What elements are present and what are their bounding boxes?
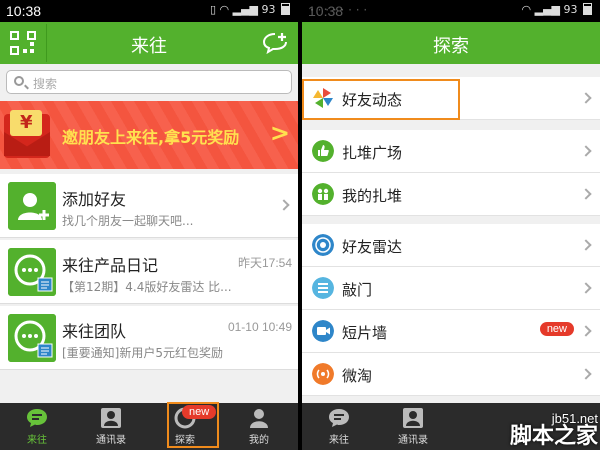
menu-item-weitao[interactable]: 微淘 bbox=[302, 353, 600, 396]
tab-contacts[interactable]: 通讯录 bbox=[74, 403, 148, 450]
laiwang-chat-avatar bbox=[8, 314, 56, 362]
explore-section-3: 好友雷达 敲门 短片墙 new 微淘 bbox=[302, 224, 600, 396]
radar-icon bbox=[312, 234, 334, 256]
battery-level: 93 bbox=[261, 3, 276, 16]
left-screen: 10:38 ▯ ◠ ▂▄▆ 93 来往 搜索 ¥ 邀朋友上来往,拿5元奖励 > … bbox=[0, 0, 298, 450]
status-icons: ▯ ◠ ▂▄▆ 93 bbox=[210, 3, 290, 16]
row-title: 来往团队 bbox=[62, 322, 127, 341]
row-title: 来往产品日记 bbox=[62, 256, 159, 275]
tab-mine[interactable]: 我的 bbox=[222, 403, 296, 450]
tab-label: 通讯录 bbox=[96, 435, 126, 446]
tab-label: 我的 bbox=[249, 435, 269, 446]
title-bar: 探索 bbox=[302, 22, 600, 64]
chevron-right-icon bbox=[580, 92, 592, 104]
profile-icon bbox=[250, 409, 268, 428]
menu-item-label: 扎堆广场 bbox=[342, 144, 403, 162]
watermark-brand: 脚本之家 bbox=[509, 424, 598, 449]
chat-bubble-icon bbox=[329, 409, 349, 427]
menu-item-zhadui-square[interactable]: 扎堆广场 bbox=[302, 130, 600, 173]
status-time: 10:38 bbox=[6, 3, 42, 19]
menu-item-label: 微淘 bbox=[342, 367, 373, 385]
row-timestamp: 昨天17:54 bbox=[237, 256, 292, 270]
battery-icon bbox=[281, 3, 290, 15]
bottom-tab-bar: 来往 通讯录 探索 new 我的 bbox=[0, 403, 298, 450]
tab-laiwang[interactable]: 来往 bbox=[302, 403, 376, 450]
tab-label: 通讯录 bbox=[398, 435, 428, 446]
row-subtitle: 找几个朋友一起聊天吧... bbox=[62, 214, 194, 228]
menu-item-friend-radar[interactable]: 好友雷达 bbox=[302, 224, 600, 267]
broadcast-icon bbox=[312, 363, 334, 385]
wifi-icon: ◠ bbox=[521, 3, 532, 16]
right-screen: · · · · · · · · 10:38 ◠ ▂▄▆ 93 探索 好友动态 扎… bbox=[302, 0, 600, 450]
thumbs-up-icon bbox=[312, 140, 334, 162]
status-bar: 10:38 ▯ ◠ ▂▄▆ 93 bbox=[0, 0, 298, 22]
battery-icon bbox=[583, 3, 592, 15]
invite-banner[interactable]: ¥ 邀朋友上来往,拿5元奖励 > bbox=[0, 101, 298, 169]
chevron-right-icon bbox=[580, 325, 592, 337]
list-item-laiwang-team[interactable]: 来往团队 01-10 10:49 [重要通知]新用户5元红包奖励 bbox=[0, 306, 298, 370]
contacts-icon bbox=[403, 408, 423, 428]
banner-text: 邀朋友上来往,拿5元奖励 bbox=[62, 128, 240, 147]
menu-item-video-wall[interactable]: 短片墙 new bbox=[302, 310, 600, 353]
new-badge: new bbox=[539, 322, 574, 336]
menu-item-my-zhadui[interactable]: 我的扎堆 bbox=[302, 173, 600, 216]
chevron-right-icon bbox=[580, 368, 592, 380]
search-icon bbox=[14, 76, 24, 86]
wifi-icon: ◠ bbox=[219, 3, 230, 16]
battery-level: 93 bbox=[563, 3, 578, 16]
row-subtitle: [重要通知]新用户5元红包奖励 bbox=[62, 346, 223, 360]
status-icons: ◠ ▂▄▆ 93 bbox=[521, 3, 592, 16]
video-icon bbox=[312, 320, 334, 342]
highlight-box bbox=[302, 79, 460, 120]
menu-item-label: 敲门 bbox=[342, 281, 373, 299]
tab-label: 来往 bbox=[27, 435, 47, 446]
search-input[interactable]: 搜索 bbox=[6, 70, 292, 94]
page-title: 来往 bbox=[131, 36, 167, 57]
chevron-right-icon bbox=[580, 239, 592, 251]
chevron-right-icon bbox=[580, 145, 592, 157]
red-envelope-icon: ¥ bbox=[4, 110, 50, 158]
search-placeholder: 搜索 bbox=[33, 77, 58, 91]
highlight-box bbox=[167, 402, 219, 448]
tab-label: 来往 bbox=[329, 435, 349, 446]
row-title: 添加好友 bbox=[62, 190, 127, 209]
status-time: 10:38 bbox=[308, 3, 344, 19]
row-timestamp: 01-10 10:49 bbox=[227, 320, 292, 334]
add-friend-icon bbox=[8, 182, 56, 230]
contacts-icon bbox=[101, 408, 121, 428]
signal-icon: ▂▄▆ bbox=[232, 3, 258, 16]
chevron-right-icon bbox=[580, 282, 592, 294]
explore-section-2: 扎堆广场 我的扎堆 bbox=[302, 130, 600, 216]
row-subtitle: 【第12期】4.4版好友雷达 比... bbox=[62, 280, 232, 294]
menu-item-label: 我的扎堆 bbox=[342, 187, 403, 205]
signal-icon: ▂▄▆ bbox=[534, 3, 560, 16]
tab-contacts[interactable]: 通讯录 bbox=[376, 403, 450, 450]
menu-item-label: 好友雷达 bbox=[342, 238, 403, 256]
chevron-right-icon bbox=[278, 199, 290, 211]
page-title: 探索 bbox=[433, 36, 469, 57]
menu-item-label: 短片墙 bbox=[342, 324, 388, 342]
banner-arrow-icon: > bbox=[269, 119, 290, 147]
laiwang-chat-avatar bbox=[8, 248, 56, 296]
status-bar: · · · · · · · · 10:38 ◠ ▂▄▆ 93 bbox=[302, 0, 600, 22]
vibrate-icon: ▯ bbox=[209, 3, 216, 16]
chat-bubble-icon bbox=[27, 409, 47, 427]
list-item-add-friend[interactable]: 添加好友 找几个朋友一起聊天吧... bbox=[0, 174, 298, 238]
new-chat-icon[interactable] bbox=[262, 32, 288, 54]
menu-item-knock-door[interactable]: 敲门 bbox=[302, 267, 600, 310]
title-bar: 来往 bbox=[0, 22, 298, 64]
door-icon bbox=[312, 277, 334, 299]
group-icon bbox=[312, 183, 334, 205]
tab-laiwang[interactable]: 来往 bbox=[0, 403, 74, 450]
list-item-product-diary[interactable]: 来往产品日记 昨天17:54 【第12期】4.4版好友雷达 比... bbox=[0, 240, 298, 304]
chevron-right-icon bbox=[580, 188, 592, 200]
